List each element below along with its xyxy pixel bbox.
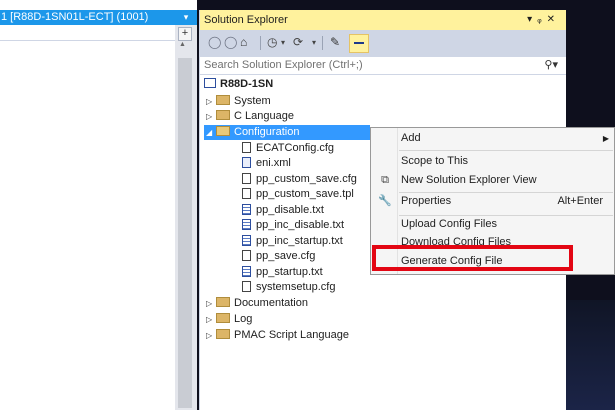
file-icon <box>242 142 251 153</box>
tree-file[interactable]: pp_inc_disable.txt <box>242 218 344 233</box>
tree-file[interactable]: pp_save.cfg <box>242 249 315 264</box>
tree-item-c-language[interactable]: ▷ C Language <box>206 109 294 124</box>
document-divider <box>0 40 175 41</box>
file-icon <box>242 173 251 184</box>
open-folder-icon <box>216 126 230 136</box>
pin-icon[interactable]: ᵩ <box>537 14 546 25</box>
collapse-dropdown-icon[interactable]: ▾ <box>312 38 316 47</box>
collapse-arrow-icon[interactable]: ◢ <box>206 125 216 140</box>
menu-separator <box>399 150 613 151</box>
menu-item-upload-config-files[interactable]: Upload Config Files <box>371 215 614 234</box>
window-menu-icon[interactable]: ▾ <box>527 14 537 25</box>
properties-wrench-icon[interactable]: ✎ <box>330 35 340 49</box>
folder-icon <box>216 313 230 323</box>
menu-item-new-solution-explorer-view[interactable]: ⧉ New Solution Explorer View <box>371 171 614 190</box>
expand-arrow-icon[interactable]: ▷ <box>206 312 216 327</box>
project-icon <box>204 78 216 88</box>
search-input[interactable]: Search Solution Explorer (Ctrl+;) <box>204 59 363 71</box>
tree-file[interactable]: pp_startup.txt <box>242 265 323 280</box>
background-accent <box>560 300 615 410</box>
refresh-icon[interactable]: ⟳ <box>293 35 303 49</box>
tree-root[interactable]: R88D-1SN <box>204 77 273 92</box>
scroll-up-icon[interactable]: ▲ <box>179 41 186 48</box>
wrench-icon: 🔧 <box>378 195 392 207</box>
tree-file[interactable]: systemsetup.cfg <box>242 280 335 295</box>
shortcut-label: Alt+Enter <box>557 195 603 207</box>
document-tab-label: 1 [R88D-1SN01L-ECT] (1001) <box>1 11 149 23</box>
home-icon[interactable]: ⌂ <box>240 35 247 49</box>
folder-icon <box>216 329 230 339</box>
file-icon <box>242 188 251 199</box>
solution-explorer-toolbar: ◯ ◯ ⌂ ◷ ▾ ⟳ ▾ ✎ <box>200 30 566 56</box>
tree-item-configuration[interactable]: ◢ Configuration <box>204 125 370 140</box>
menu-item-add[interactable]: Add ▶ <box>371 129 614 148</box>
forward-icon[interactable]: ◯ <box>224 35 237 49</box>
text-file-icon <box>242 235 251 246</box>
tree-file[interactable]: ECATConfig.cfg <box>242 141 334 156</box>
tree-file[interactable]: eni.xml <box>242 156 291 171</box>
file-icon <box>242 250 251 261</box>
tree-file[interactable]: pp_disable.txt <box>242 203 324 218</box>
dropdown-icon[interactable]: ▾ <box>281 38 285 47</box>
text-file-icon <box>242 204 251 215</box>
tree-item-log[interactable]: ▷ Log <box>206 312 252 327</box>
menu-item-download-config-files[interactable]: Download Config Files <box>371 235 614 245</box>
expand-plus-icon[interactable]: + <box>178 27 192 41</box>
expand-arrow-icon[interactable]: ▷ <box>206 328 216 343</box>
submenu-arrow-icon: ▶ <box>602 134 609 143</box>
tree-file[interactable]: pp_inc_startup.txt <box>242 234 343 249</box>
back-icon[interactable]: ◯ <box>208 35 221 49</box>
tree-file[interactable]: pp_custom_save.cfg <box>242 172 357 187</box>
text-file-icon <box>242 219 251 230</box>
new-view-icon: ⧉ <box>381 174 389 186</box>
folder-icon <box>216 95 230 105</box>
highlight-box <box>372 245 573 271</box>
panel-title: Solution Explorer <box>204 14 288 26</box>
toolbar-separator <box>260 36 261 50</box>
file-icon <box>242 281 251 292</box>
search-box[interactable]: Search Solution Explorer (Ctrl+;) ⚲▾ <box>200 56 566 75</box>
text-file-icon <box>242 266 251 277</box>
expand-arrow-icon[interactable]: ▷ <box>206 94 216 109</box>
toolbar-separator <box>322 36 323 50</box>
solution-explorer-titlebar: Solution Explorer ▾ᵩ✕ <box>200 10 566 30</box>
preview-selected-icon[interactable] <box>349 34 369 53</box>
xml-file-icon <box>242 157 251 168</box>
scrollbar-thumb[interactable] <box>178 58 192 408</box>
document-tab[interactable]: 1 [R88D-1SN01L-ECT] (1001) <box>0 10 175 25</box>
menu-item-properties[interactable]: 🔧 Properties Alt+Enter <box>371 192 614 211</box>
expand-arrow-icon[interactable]: ▷ <box>206 296 216 311</box>
search-icon[interactable]: ⚲▾ <box>544 58 558 71</box>
folder-icon <box>216 297 230 307</box>
menu-item-scope-to-this[interactable]: Scope to This <box>371 152 614 171</box>
folder-icon <box>216 110 230 120</box>
tab-dropdown-icon[interactable]: ▾ <box>175 10 197 25</box>
tree-item-system[interactable]: ▷ System <box>206 94 271 109</box>
title-icons: ▾ᵩ✕ <box>527 10 560 30</box>
expand-arrow-icon[interactable]: ▷ <box>206 109 216 124</box>
tree-item-pmac-script[interactable]: ▷ PMAC Script Language <box>206 328 349 343</box>
close-icon[interactable]: ✕ <box>547 14 560 25</box>
tree-item-documentation[interactable]: ▷ Documentation <box>206 296 308 311</box>
tree-file[interactable]: pp_custom_save.tpl <box>242 187 354 202</box>
history-icon[interactable]: ◷ <box>267 35 277 49</box>
document-area: 1 [R88D-1SN01L-ECT] (1001) <box>0 0 175 410</box>
